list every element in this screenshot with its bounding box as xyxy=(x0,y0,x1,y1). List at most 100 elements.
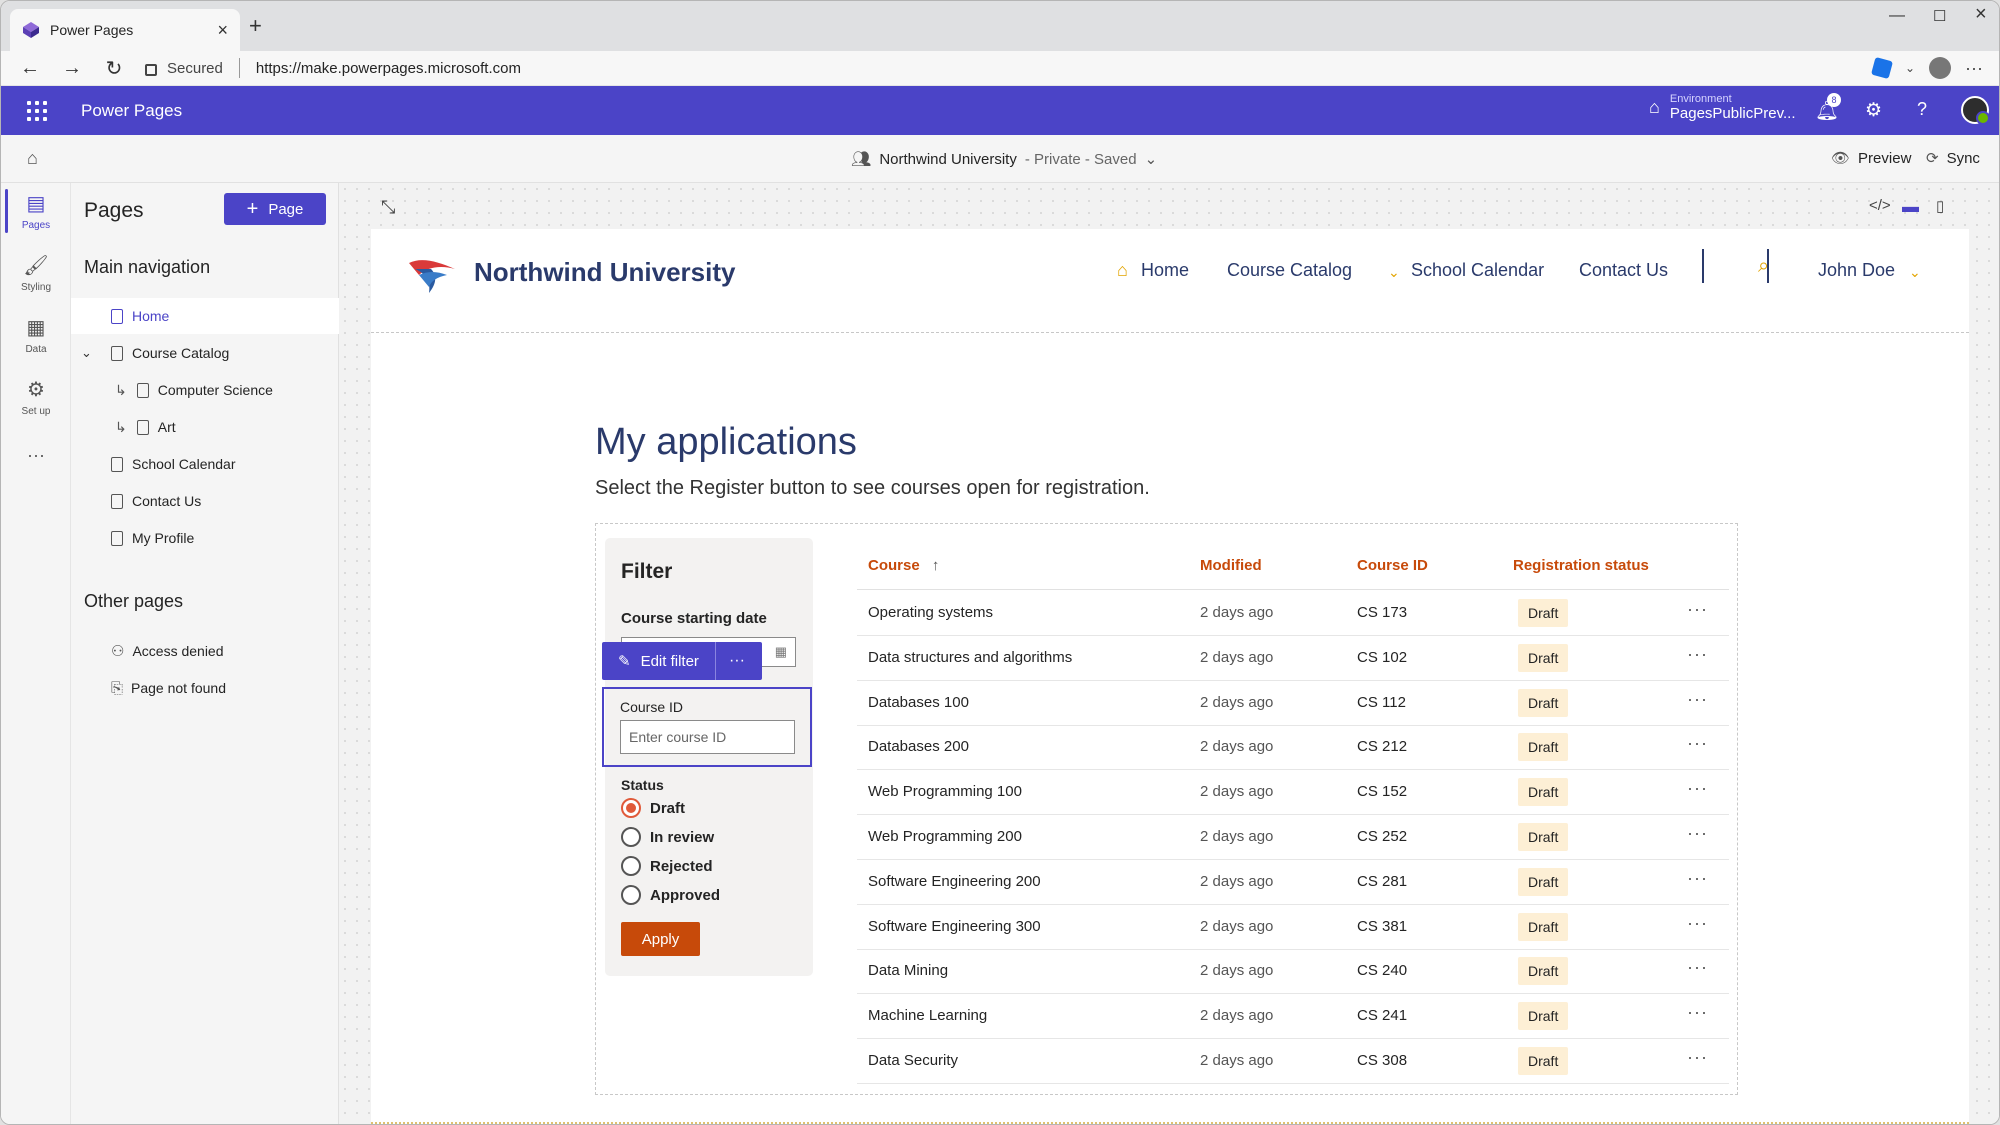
table-row[interactable]: Data Security 2 days ago CS 308 Draft ··· xyxy=(857,1039,1729,1084)
sync-button[interactable]: ⟳ Sync xyxy=(1926,149,1980,168)
chevron-down-icon[interactable]: ⌄ xyxy=(1905,61,1915,75)
table-row[interactable]: Web Programming 200 2 days ago CS 252 Draft… xyxy=(857,815,1729,860)
desktop-view-icon[interactable]: ▬ xyxy=(1902,197,1919,217)
environment-picker[interactable]: ⌂ Environment PagesPublicPrev... xyxy=(1649,93,1796,122)
row-more-icon[interactable]: ··· xyxy=(1687,689,1708,710)
cell-course[interactable]: Software Engineering 300 xyxy=(868,918,1041,935)
refresh-button[interactable]: ↻ xyxy=(93,56,135,81)
maximize-button[interactable]: ☐ xyxy=(1933,7,1946,25)
extension-icon[interactable] xyxy=(1870,56,1893,80)
cell-course[interactable]: Databases 200 xyxy=(868,738,969,755)
nav-item-contact-us[interactable]: Contact Us xyxy=(71,483,339,519)
radio-button[interactable] xyxy=(621,885,641,905)
site-nav-school-calendar[interactable]: School Calendar xyxy=(1411,260,1544,281)
radio-button[interactable] xyxy=(621,798,641,818)
close-tab-icon[interactable]: × xyxy=(217,20,228,41)
site-nav-course-catalog[interactable]: Course Catalog xyxy=(1227,260,1352,281)
site-brand[interactable]: Northwind University xyxy=(474,257,735,288)
cell-course[interactable]: Software Engineering 200 xyxy=(868,873,1041,890)
site-user-menu[interactable]: John Doe xyxy=(1818,260,1895,281)
row-more-icon[interactable]: ··· xyxy=(1687,1047,1708,1068)
app-launcher-icon[interactable] xyxy=(27,100,47,121)
table-row[interactable]: Software Engineering 200 2 days ago CS 281… xyxy=(857,860,1729,905)
table-row[interactable]: Machine Learning 2 days ago CS 241 Draft ··· xyxy=(857,994,1729,1040)
table-row[interactable]: Web Programming 100 2 days ago CS 152 Draft… xyxy=(857,770,1729,816)
back-button[interactable]: ← xyxy=(9,57,51,80)
forward-button[interactable]: → xyxy=(51,57,93,80)
more-icon[interactable]: ··· xyxy=(1,445,71,466)
new-tab-button[interactable]: + xyxy=(249,13,262,39)
row-more-icon[interactable]: ··· xyxy=(1687,868,1708,889)
column-header-course-id[interactable]: Course ID xyxy=(1357,557,1428,574)
profile-icon[interactable] xyxy=(1929,57,1952,79)
code-icon[interactable]: </> xyxy=(1869,197,1891,214)
site-nav-home[interactable]: Home xyxy=(1141,260,1189,281)
table-row[interactable]: Software Engineering 300 2 days ago CS 381… xyxy=(857,905,1729,950)
calendar-icon[interactable]: ▦ xyxy=(775,644,787,660)
status-radio-rejected[interactable]: Rejected xyxy=(621,856,713,876)
status-radio-approved[interactable]: Approved xyxy=(621,885,720,905)
nav-item-access-denied[interactable]: ⚇ Access denied xyxy=(71,633,339,669)
row-more-icon[interactable]: ··· xyxy=(1687,733,1708,754)
chevron-down-icon[interactable]: ⌄ xyxy=(1388,264,1400,281)
close-window-button[interactable]: × xyxy=(1975,3,1987,26)
row-more-icon[interactable]: ··· xyxy=(1687,644,1708,665)
rail-item-pages[interactable]: ▤ Pages xyxy=(1,191,71,231)
list-component[interactable]: Filter Course starting date ▦ ✎ Edit fil… xyxy=(595,523,1738,1095)
row-more-icon[interactable]: ··· xyxy=(1687,913,1708,934)
rail-item-data[interactable]: ▦ Data xyxy=(1,315,71,355)
chevron-down-icon[interactable]: ⌄ xyxy=(1909,264,1921,281)
minimize-button[interactable]: — xyxy=(1889,7,1905,25)
row-more-icon[interactable]: ··· xyxy=(1687,957,1708,978)
nav-item-page-not-found[interactable]: ⎘ Page not found xyxy=(71,670,339,706)
app-name[interactable]: Power Pages xyxy=(81,101,182,121)
nav-item-computer-science[interactable]: ↳ Computer Science xyxy=(71,372,339,408)
status-radio-in-review[interactable]: In review xyxy=(621,827,714,847)
cell-course[interactable]: Web Programming 200 xyxy=(868,828,1022,845)
browser-tab[interactable]: Power Pages × xyxy=(10,9,240,51)
rail-item-setup[interactable]: ⚙ Set up xyxy=(1,377,71,417)
site-nav-contact-us[interactable]: Contact Us xyxy=(1579,260,1668,281)
nav-item-course-catalog[interactable]: ⌄ Course Catalog xyxy=(71,335,339,371)
nav-item-school-calendar[interactable]: School Calendar xyxy=(71,446,339,482)
chevron-down-icon[interactable]: ⌄ xyxy=(81,345,92,361)
cell-course[interactable]: Data Security xyxy=(868,1052,958,1069)
more-options-button[interactable]: ··· xyxy=(716,652,758,670)
row-more-icon[interactable]: ··· xyxy=(1687,599,1708,620)
radio-button[interactable] xyxy=(621,827,641,847)
home-icon[interactable]: ⌂ xyxy=(27,148,38,169)
expand-icon[interactable]: ⤡ xyxy=(381,197,395,218)
table-row[interactable]: Data structures and algorithms 2 days ago… xyxy=(857,636,1729,681)
gear-icon[interactable]: ⚙ xyxy=(1865,99,1882,122)
column-header-registration-status[interactable]: Registration status xyxy=(1513,557,1649,574)
preview-button[interactable]: 👁︎ Preview xyxy=(1831,149,1911,168)
cell-course[interactable]: Machine Learning xyxy=(868,1007,987,1024)
apply-button[interactable]: Apply xyxy=(621,922,700,956)
table-row[interactable]: Databases 100 2 days ago CS 112 Draft ··· xyxy=(857,681,1729,726)
cell-course[interactable]: Operating systems xyxy=(868,604,993,621)
add-page-button[interactable]: + Page xyxy=(224,193,326,225)
column-header-course[interactable]: Course ↑ xyxy=(868,557,939,574)
url-field[interactable]: https://make.powerpages.microsoft.com xyxy=(256,60,521,77)
help-icon[interactable]: ? xyxy=(1917,99,1927,120)
cell-course[interactable]: Web Programming 100 xyxy=(868,783,1022,800)
row-more-icon[interactable]: ··· xyxy=(1687,1002,1708,1023)
nav-item-art[interactable]: ↳ Art xyxy=(71,409,339,445)
rail-item-styling[interactable]: 🖌︎ Styling xyxy=(1,253,71,293)
row-more-icon[interactable]: ··· xyxy=(1687,778,1708,799)
table-row[interactable]: Data Mining 2 days ago CS 240 Draft ··· xyxy=(857,949,1729,995)
mobile-view-icon[interactable]: ▯ xyxy=(1936,197,1944,215)
table-row[interactable]: Operating systems 2 days ago CS 173 Draft ··… xyxy=(857,591,1729,636)
status-radio-draft[interactable]: Draft xyxy=(621,798,685,818)
nav-item-my-profile[interactable]: My Profile xyxy=(71,520,339,556)
cell-course[interactable]: Data structures and algorithms xyxy=(868,649,1072,666)
sort-ascending-icon[interactable]: ↑ xyxy=(932,557,940,574)
radio-button[interactable] xyxy=(621,856,641,876)
nav-item-home[interactable]: Home xyxy=(71,298,339,334)
edit-filter-button[interactable]: ✎ Edit filter xyxy=(602,642,716,680)
course-id-input[interactable] xyxy=(620,720,795,754)
course-id-filter[interactable]: Course ID xyxy=(602,687,812,767)
site-selector[interactable]: 👥︎ Northwind University - Private - Save… xyxy=(851,149,1157,169)
cell-course[interactable]: Data Mining xyxy=(868,962,948,979)
column-header-modified[interactable]: Modified xyxy=(1200,557,1262,574)
